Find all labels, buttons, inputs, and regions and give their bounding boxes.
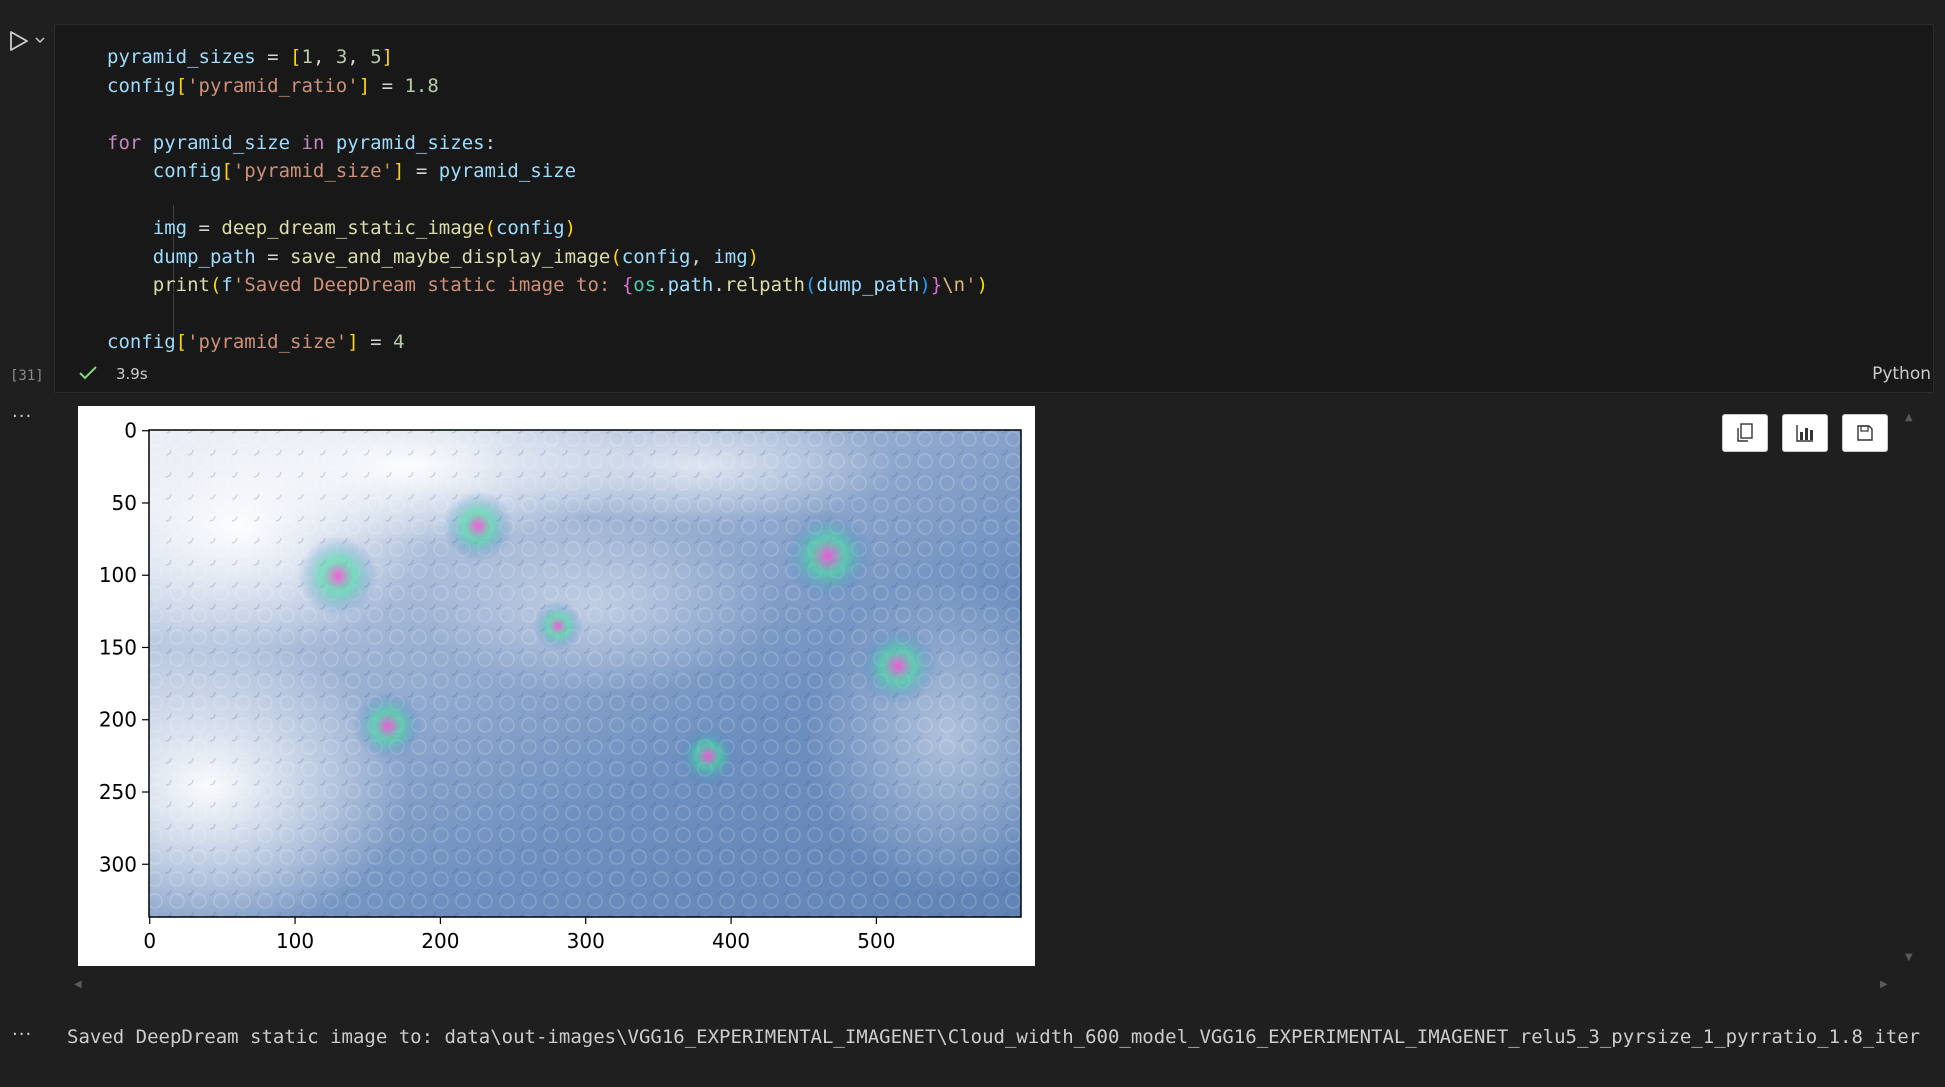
execution-duration: 3.9s bbox=[116, 365, 148, 383]
x-tick-label: 400 bbox=[712, 929, 750, 953]
scroll-down-arrow[interactable]: ▼ bbox=[1905, 952, 1913, 963]
code-line-7: print(f'Saved DeepDream static image to:… bbox=[152, 274, 989, 296]
stdout-text: Saved DeepDream static image to: data\ou… bbox=[67, 1026, 1921, 1048]
x-axis: 0 100 200 300 400 500 bbox=[143, 917, 895, 953]
code-line-5: img = deep_dream_static_image(config) bbox=[152, 217, 577, 239]
language-picker[interactable]: Python bbox=[1872, 364, 1931, 384]
y-axis: 0 50 100 150 200 250 300 bbox=[99, 419, 149, 876]
code-line-4: config['pyramid_size'] = pyramid_size bbox=[152, 160, 577, 182]
output-plot: 0 100 200 300 400 500 0 50 100 150 200 250 300 bbox=[78, 406, 1035, 966]
x-tick-label: 100 bbox=[276, 929, 314, 953]
plot-viewer-button[interactable] bbox=[1782, 414, 1828, 452]
execution-count: [31] bbox=[10, 368, 44, 384]
scroll-right-arrow[interactable]: ▶ bbox=[1880, 979, 1888, 990]
scroll-left-arrow[interactable]: ◀ bbox=[74, 979, 82, 990]
output-menu-dots[interactable]: ··· bbox=[12, 408, 32, 426]
success-check-icon bbox=[79, 366, 97, 380]
y-tick-label: 100 bbox=[99, 563, 137, 587]
code-line-3: for pyramid_size in pyramid_sizes: bbox=[107, 131, 497, 154]
run-cell-icon[interactable] bbox=[8, 30, 32, 52]
top-strip bbox=[0, 0, 1945, 24]
plot-svg: 0 100 200 300 400 500 0 50 100 150 200 250 300 bbox=[99, 419, 1022, 953]
y-tick-label: 250 bbox=[99, 780, 137, 804]
y-tick-label: 300 bbox=[99, 852, 137, 876]
save-output-button[interactable] bbox=[1842, 414, 1888, 452]
x-tick-label: 200 bbox=[421, 929, 459, 953]
output-menu-dots-2[interactable]: ··· bbox=[12, 1026, 32, 1044]
y-tick-label: 0 bbox=[124, 419, 137, 443]
save-icon bbox=[1857, 425, 1873, 441]
copy-icon bbox=[1737, 423, 1753, 442]
chart-icon bbox=[1796, 425, 1813, 442]
y-tick-label: 200 bbox=[99, 708, 137, 732]
code-line-8: config['pyramid_size'] = 4 bbox=[107, 331, 405, 353]
y-tick-label: 50 bbox=[112, 491, 137, 515]
scroll-up-arrow[interactable]: ▲ bbox=[1905, 412, 1913, 423]
x-tick-label: 500 bbox=[857, 929, 895, 953]
copy-output-button[interactable] bbox=[1722, 414, 1768, 452]
code-editor[interactable]: pyramid_sizes = [1, 3, 5] config['pyrami… bbox=[107, 43, 988, 357]
code-line-6: dump_path = save_and_maybe_display_image… bbox=[152, 245, 760, 268]
deepdream-cloud-image bbox=[149, 430, 1021, 917]
code-line-2: config['pyramid_ratio'] = 1.8 bbox=[107, 74, 439, 97]
chevron-down-icon[interactable] bbox=[34, 33, 46, 47]
code-line-1: pyramid_sizes = [1, 3, 5] bbox=[107, 46, 394, 68]
x-tick-label: 0 bbox=[143, 929, 156, 953]
code-cell[interactable]: pyramid_sizes = [1, 3, 5] config['pyrami… bbox=[54, 24, 1934, 393]
y-tick-label: 150 bbox=[99, 635, 137, 659]
x-tick-label: 300 bbox=[567, 929, 605, 953]
